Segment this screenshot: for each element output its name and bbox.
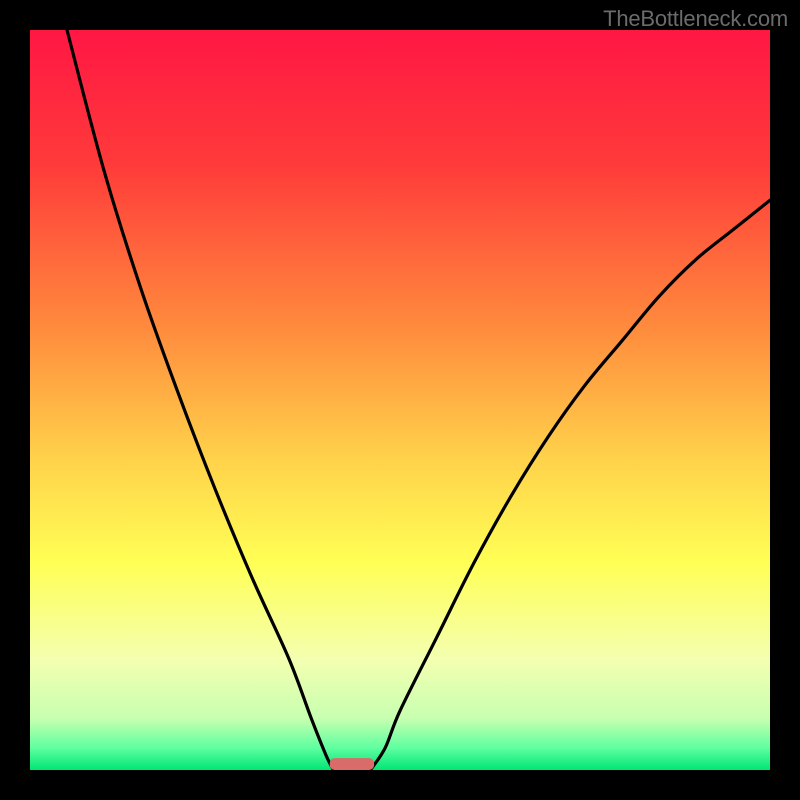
minimum-marker [330,758,374,770]
chart-svg [30,30,770,770]
watermark-text: TheBottleneck.com [603,6,788,32]
chart-background [30,30,770,770]
chart-frame [30,30,770,770]
